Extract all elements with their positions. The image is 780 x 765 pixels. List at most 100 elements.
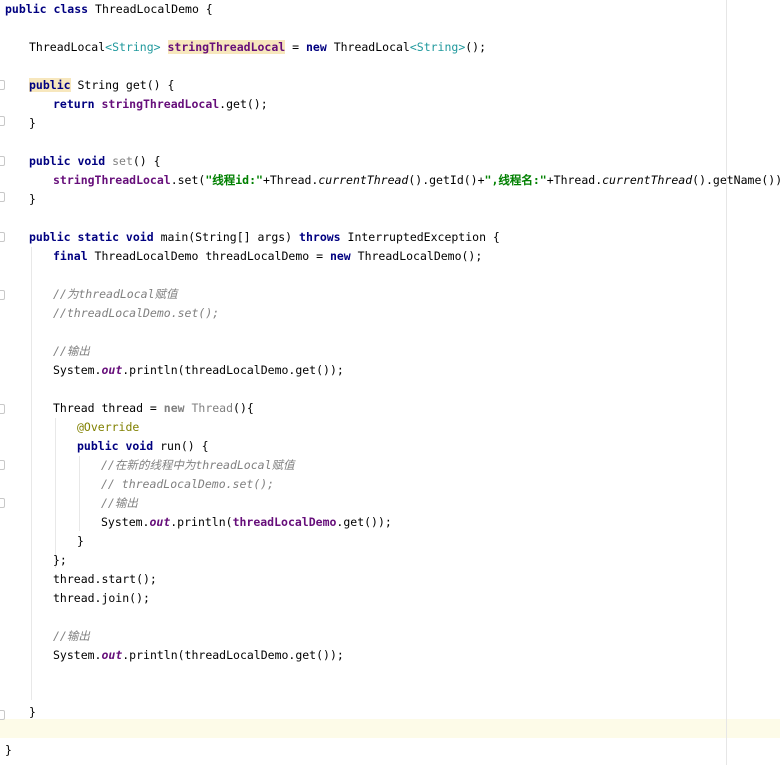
code-token: //输出 bbox=[53, 629, 90, 643]
code-token: .println( bbox=[170, 515, 233, 529]
code-token: (); bbox=[465, 40, 487, 54]
code-line[interactable]: @Override bbox=[77, 418, 139, 437]
code-token: new bbox=[305, 40, 334, 54]
fold-marker-icon[interactable] bbox=[0, 290, 5, 300]
code-line[interactable]: stringThreadLocal.set("线程id:"+Thread.cur… bbox=[53, 171, 780, 190]
code-token: final bbox=[53, 249, 95, 263]
code-token: } bbox=[29, 705, 36, 719]
code-token: public static void bbox=[29, 230, 161, 244]
code-token: threadLocalDemo bbox=[232, 515, 337, 529]
code-token: } bbox=[5, 743, 12, 757]
fold-marker-icon[interactable] bbox=[0, 156, 5, 166]
code-token: public void bbox=[77, 439, 161, 453]
code-token: //在新的线程中为threadLocal赋值 bbox=[101, 458, 295, 472]
code-token: <String> bbox=[105, 40, 161, 54]
code-token: currentThread bbox=[602, 173, 693, 187]
code-line[interactable]: }; bbox=[53, 551, 67, 570]
code-line[interactable]: public void run() { bbox=[77, 437, 209, 456]
fold-marker-icon[interactable] bbox=[0, 192, 5, 202]
code-token: .get()); bbox=[336, 515, 392, 529]
code-line[interactable]: public static void main(String[] args) t… bbox=[29, 228, 500, 247]
code-token: public void bbox=[29, 154, 113, 168]
code-line[interactable]: // threadLocalDemo.set(); bbox=[101, 475, 274, 494]
code-token: System. bbox=[53, 363, 102, 377]
code-line[interactable]: System.out.println(threadLocalDemo.get()… bbox=[53, 646, 344, 665]
code-line[interactable]: public String get() { bbox=[29, 76, 174, 95]
fold-marker-icon[interactable] bbox=[0, 404, 5, 414]
code-line[interactable]: thread.join(); bbox=[53, 589, 150, 608]
code-token: return bbox=[53, 97, 102, 111]
code-editor[interactable]: public class ThreadLocalDemo {ThreadLoca… bbox=[0, 0, 780, 765]
code-line[interactable]: //在新的线程中为threadLocal赋值 bbox=[101, 456, 295, 475]
code-token: }; bbox=[53, 553, 67, 567]
code-token: ThreadLocalDemo { bbox=[95, 2, 213, 16]
code-token: "线程id:" bbox=[205, 173, 263, 187]
fold-marker-icon[interactable] bbox=[0, 498, 5, 508]
code-line[interactable]: System.out.println(threadLocalDemo.get()… bbox=[53, 361, 344, 380]
code-line[interactable]: public class ThreadLocalDemo { bbox=[5, 0, 213, 19]
editor-gutter[interactable] bbox=[0, 0, 5, 765]
code-line[interactable]: //threadLocalDemo.set(); bbox=[53, 304, 219, 323]
code-token: } bbox=[29, 192, 36, 206]
fold-marker-icon[interactable] bbox=[0, 460, 5, 470]
code-token: .println(threadLocalDemo.get()); bbox=[122, 363, 344, 377]
code-token: //为threadLocal赋值 bbox=[53, 287, 178, 301]
code-line[interactable]: final ThreadLocalDemo threadLocalDemo = … bbox=[53, 247, 482, 266]
code-token: Thread thread = bbox=[53, 401, 164, 415]
code-token: (){ bbox=[233, 401, 254, 415]
code-token: .println(threadLocalDemo.get()); bbox=[122, 648, 344, 662]
code-line[interactable]: } bbox=[5, 741, 12, 760]
code-token: System. bbox=[101, 515, 150, 529]
code-token: ThreadLocalDemo threadLocalDemo = bbox=[94, 249, 330, 263]
indent-guide bbox=[79, 456, 80, 531]
code-token: new bbox=[163, 401, 192, 415]
code-token: ().getName()); bbox=[692, 173, 780, 187]
fold-marker-icon[interactable] bbox=[0, 710, 5, 720]
code-token: <String> bbox=[409, 40, 466, 54]
code-line[interactable]: Thread thread = new Thread(){ bbox=[53, 399, 254, 418]
code-line[interactable]: thread.start(); bbox=[53, 570, 157, 589]
code-token: ().getId()+ bbox=[408, 173, 485, 187]
code-line[interactable]: } bbox=[29, 114, 36, 133]
code-token: +Thread. bbox=[546, 173, 603, 187]
code-token: ThreadLocal bbox=[333, 40, 410, 54]
code-token: // threadLocalDemo.set(); bbox=[101, 477, 275, 491]
code-token: //输出 bbox=[53, 344, 90, 358]
code-line[interactable]: System.out.println(threadLocalDemo.get()… bbox=[101, 513, 392, 532]
code-line[interactable]: return stringThreadLocal.get(); bbox=[53, 95, 268, 114]
code-token: throws bbox=[299, 230, 348, 244]
code-token: stringThreadLocal bbox=[167, 40, 286, 54]
code-line[interactable]: //为threadLocal赋值 bbox=[53, 285, 178, 304]
code-token: run() { bbox=[160, 439, 209, 453]
code-token: currentThread bbox=[318, 173, 409, 187]
code-token: () { bbox=[132, 154, 161, 168]
current-line-highlight bbox=[0, 719, 780, 738]
code-token: out bbox=[101, 648, 123, 662]
fold-marker-icon[interactable] bbox=[0, 80, 5, 90]
code-token: } bbox=[29, 116, 36, 130]
code-token: +Thread. bbox=[262, 173, 319, 187]
code-token: ThreadLocal bbox=[29, 40, 106, 54]
code-line[interactable]: ThreadLocal<String> stringThreadLocal = … bbox=[29, 38, 486, 57]
code-token: out bbox=[149, 515, 171, 529]
code-token: InterruptedException { bbox=[347, 230, 500, 244]
code-token: } bbox=[77, 534, 84, 548]
code-line[interactable]: //输出 bbox=[53, 342, 90, 361]
code-token: thread.join(); bbox=[53, 591, 150, 605]
code-line[interactable]: //输出 bbox=[53, 627, 90, 646]
code-line[interactable]: public void set() { bbox=[29, 152, 161, 171]
code-token: Thread bbox=[191, 401, 234, 415]
code-line[interactable]: //输出 bbox=[101, 494, 138, 513]
code-token: public bbox=[29, 78, 71, 92]
code-line[interactable]: } bbox=[77, 532, 84, 551]
code-line[interactable]: } bbox=[29, 703, 36, 722]
code-token: ThreadLocalDemo(); bbox=[357, 249, 483, 263]
code-token: stringThreadLocal bbox=[101, 97, 220, 111]
indent-guide bbox=[31, 247, 32, 700]
code-line[interactable]: } bbox=[29, 190, 36, 209]
fold-marker-icon[interactable] bbox=[0, 116, 5, 126]
code-token: stringThreadLocal bbox=[53, 173, 171, 187]
fold-marker-icon[interactable] bbox=[0, 232, 5, 242]
code-token: ",线程名:" bbox=[484, 173, 547, 187]
